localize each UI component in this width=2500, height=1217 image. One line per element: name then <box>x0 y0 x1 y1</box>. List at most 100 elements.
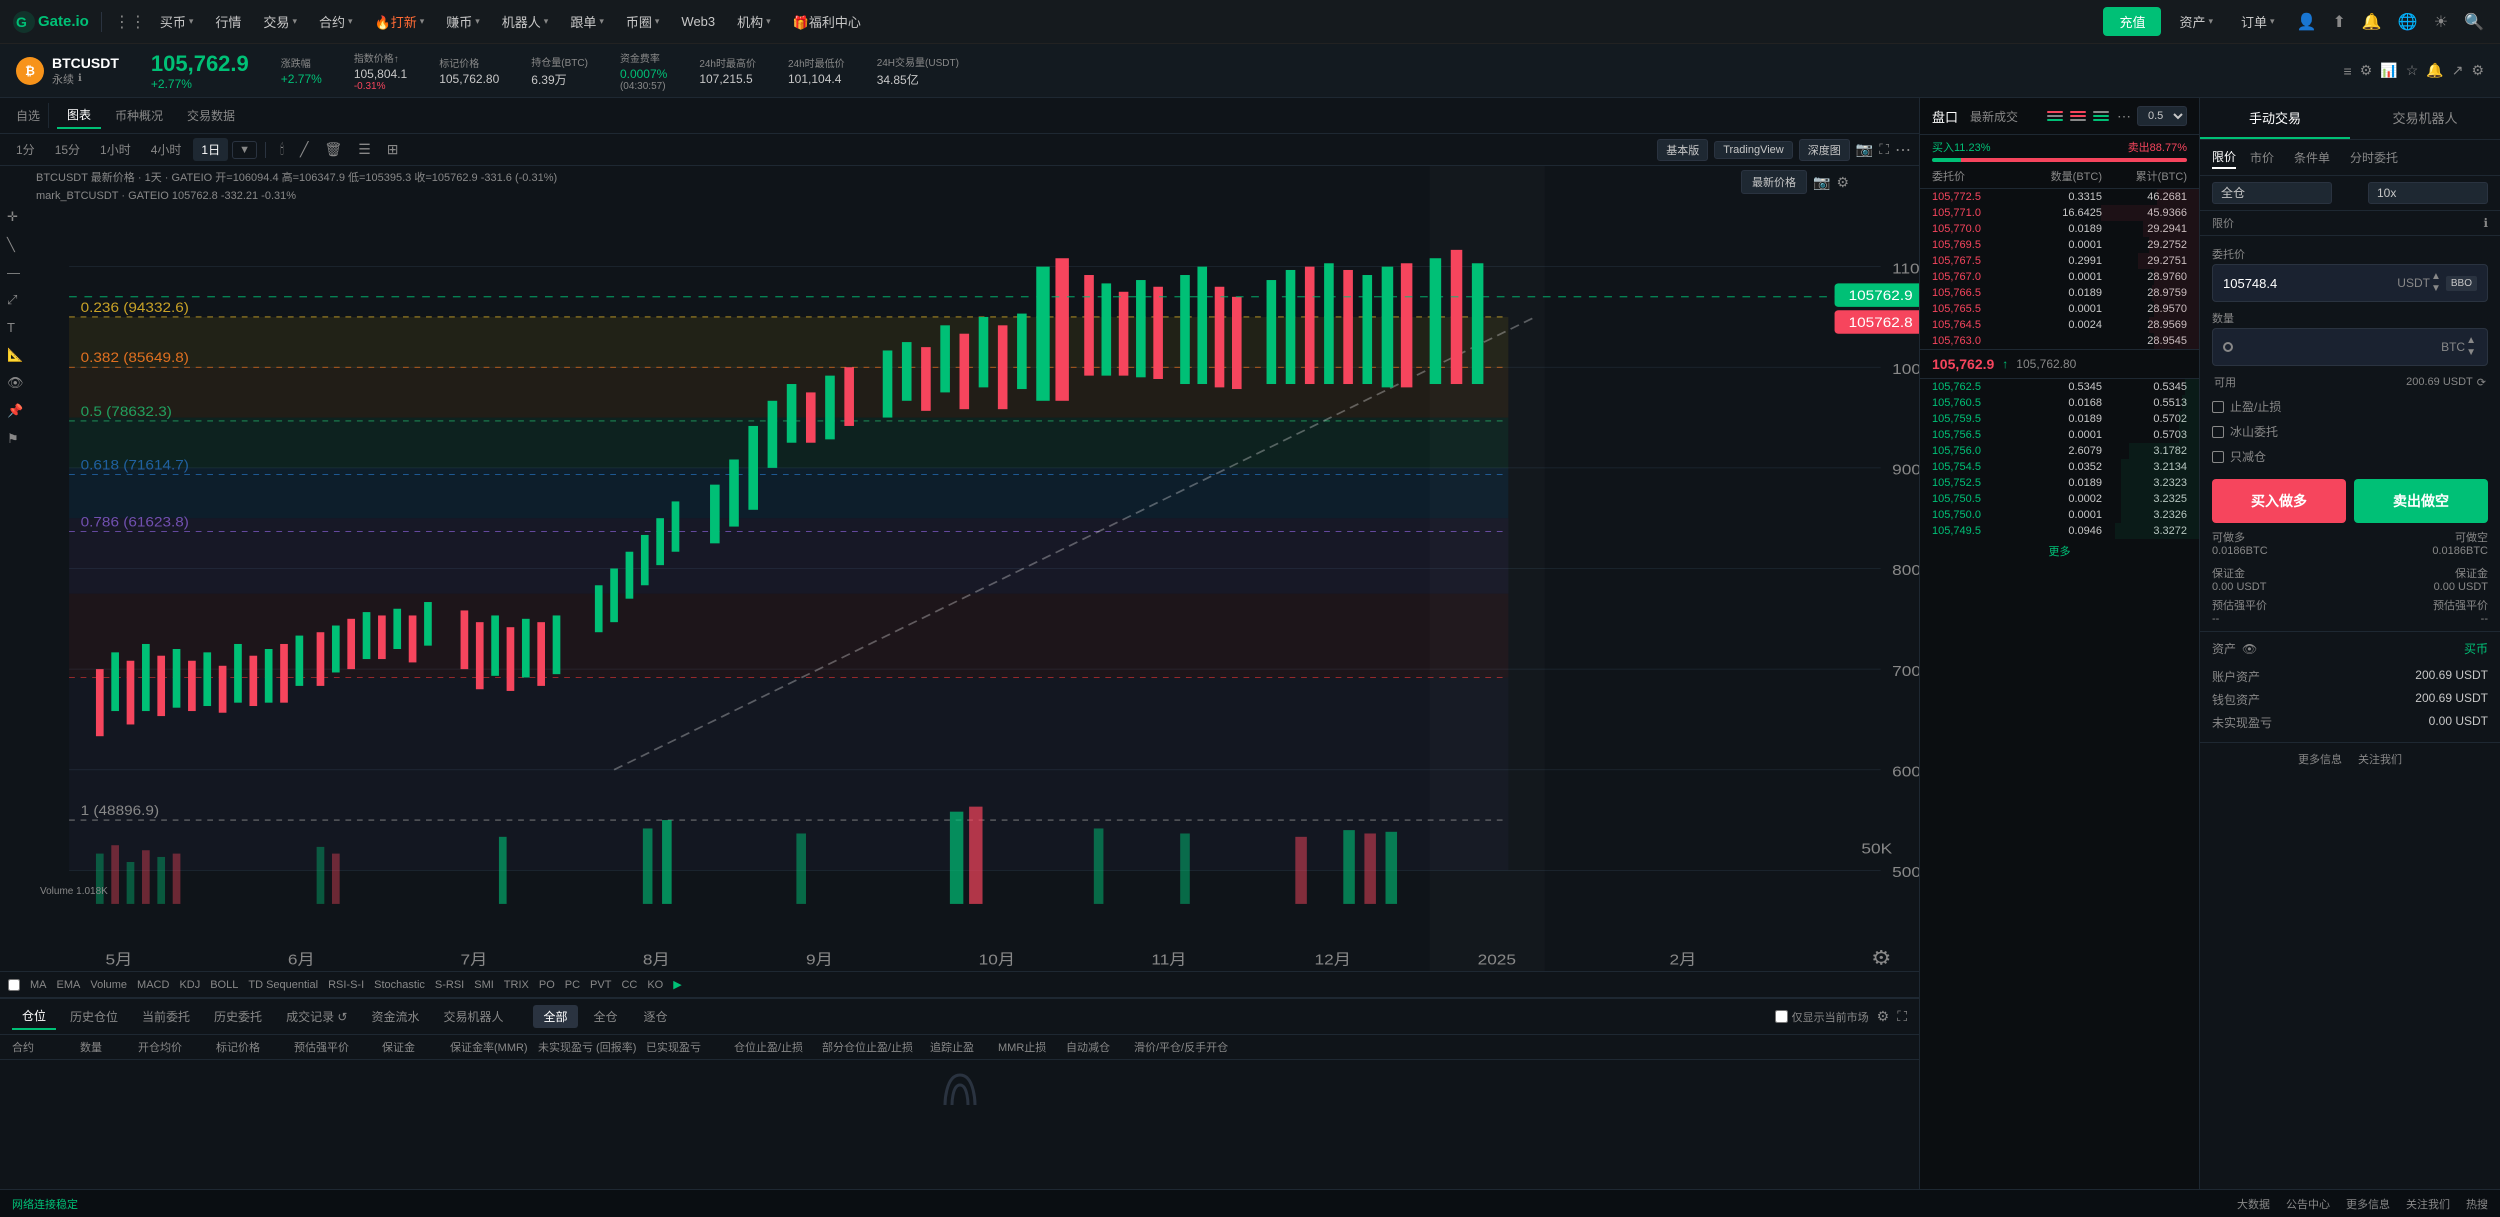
filter-full[interactable]: 全仓 <box>584 1005 628 1028</box>
ind-stoch[interactable]: Stochastic <box>374 979 425 991</box>
draw-line-icon[interactable]: ╱ <box>294 138 314 161</box>
ind-more-arrow[interactable]: ▶ <box>673 978 681 991</box>
text-icon[interactable]: T <box>4 317 27 338</box>
ind-smi[interactable]: SMI <box>474 979 494 991</box>
tp-sl-checkbox[interactable] <box>2212 401 2224 413</box>
tab-positions[interactable]: 仓位 <box>12 1003 56 1030</box>
price-down-btn[interactable]: ▼ <box>2430 283 2442 295</box>
ask-row-4[interactable]: 105,767.50.299129.2751 <box>1920 253 2199 269</box>
ind-po[interactable]: PO <box>539 979 555 991</box>
ind-ema[interactable]: EMA <box>57 979 81 991</box>
star-icon[interactable]: ☆ <box>2406 62 2419 79</box>
bid-row-4[interactable]: 105,756.02.60793.1782 <box>1920 443 2199 459</box>
lines-icon[interactable]: ≡ <box>2344 63 2352 79</box>
nav-buy[interactable]: 买币 ▾ <box>150 6 204 37</box>
ind-td[interactable]: TD Sequential <box>248 979 318 991</box>
qty-radio[interactable] <box>2223 342 2233 352</box>
search-icon[interactable]: 🔍 <box>2460 8 2488 36</box>
ob-ask-only-icon[interactable] <box>2068 109 2088 123</box>
iceberg-checkbox[interactable] <box>2212 426 2224 438</box>
tab-overview[interactable]: 币种概况 <box>105 103 173 128</box>
ind-ma[interactable]: MA <box>30 979 47 991</box>
more-icon[interactable]: ⋯ <box>1895 140 1911 160</box>
bottom-link-announcement[interactable]: 公告中心 <box>2286 1196 2330 1212</box>
upload-icon[interactable]: ⬆ <box>2328 8 2349 36</box>
chart-icon[interactable]: 📊 <box>2380 62 2397 79</box>
order-type-condition[interactable]: 条件单 <box>2288 147 2336 168</box>
nav-web3[interactable]: Web3 <box>671 8 725 35</box>
fib-icon[interactable]: ⤢ <box>4 289 27 311</box>
order-type-market[interactable]: 市价 <box>2244 147 2280 168</box>
ask-row-2[interactable]: 105,770.00.018929.2941 <box>1920 221 2199 237</box>
bottom-link-bigdata[interactable]: 大数据 <box>2237 1196 2270 1212</box>
globe-icon[interactable]: 🌐 <box>2394 8 2422 36</box>
qty-input[interactable] <box>2239 340 2441 355</box>
grid-chart-icon[interactable]: ⊞ <box>381 138 405 161</box>
latest-price-btn[interactable]: 最新价格 <box>1741 170 1807 194</box>
ask-row-7[interactable]: 105,765.50.000128.9570 <box>1920 301 2199 317</box>
tf-4h[interactable]: 4小时 <box>143 138 190 161</box>
nav-crypto[interactable]: 币圈 ▾ <box>616 6 670 37</box>
buy-button[interactable]: 买入做多 <box>2212 479 2346 523</box>
only-current-checkbox[interactable] <box>1775 1010 1788 1023</box>
follow-us-link[interactable]: 关注我们 <box>2358 751 2402 767</box>
nav-orders[interactable]: 订单 ▾ <box>2231 6 2285 37</box>
trend-line-icon[interactable]: ╲ <box>4 234 27 256</box>
ask-row-8[interactable]: 105,764.50.002428.9569 <box>1920 317 2199 333</box>
settings2-icon[interactable]: ⚙ <box>2360 62 2373 79</box>
ob-settings-icon[interactable]: ⋯ <box>2117 108 2131 125</box>
ask-row-9[interactable]: 105,763.028.9545 <box>1920 333 2199 349</box>
ind-macd[interactable]: MACD <box>137 979 169 991</box>
camera-icon[interactable]: 📷 <box>1813 174 1830 191</box>
ind-volume[interactable]: Volume <box>90 979 127 991</box>
screenshot-icon[interactable]: 📷 <box>1856 141 1873 158</box>
bid-row-7[interactable]: 105,750.50.00023.2325 <box>1920 491 2199 507</box>
eye-icon[interactable]: 👁 <box>4 372 27 394</box>
assets-eye-icon[interactable]: 👁 <box>2242 642 2257 656</box>
tab-current-orders[interactable]: 当前委托 <box>132 1004 200 1029</box>
tf-1m[interactable]: 1分 <box>8 138 43 161</box>
ask-row-0[interactable]: 105,772.50.331546.2681 <box>1920 189 2199 205</box>
settings-icon[interactable]: ⚙ <box>1836 174 1849 191</box>
entrust-price-input[interactable] <box>2223 276 2397 291</box>
settings3-icon[interactable]: ⚙ <box>1877 1008 1890 1025</box>
refresh-icon[interactable]: ⟳ <box>2477 376 2486 389</box>
nav-bot[interactable]: 机器人 ▾ <box>492 6 559 37</box>
pin-icon[interactable]: 📌 <box>4 400 27 422</box>
assets-buy-btn[interactable]: 买币 <box>2464 640 2488 657</box>
info-icon[interactable]: ℹ <box>2483 216 2488 230</box>
nav-institution[interactable]: 机构 ▾ <box>727 6 781 37</box>
position-type-select[interactable]: 全仓 逐仓 <box>2212 182 2332 204</box>
ind-rsi[interactable]: RSI-S-I <box>328 979 364 991</box>
basic-view-btn[interactable]: 基本版 <box>1657 139 1708 161</box>
gear2-icon[interactable]: ⚙ <box>2471 62 2484 79</box>
horizontal-line-icon[interactable]: — <box>4 262 27 283</box>
more-orderbook-btn[interactable]: 更多 <box>1920 539 2199 563</box>
bottom-link-hot[interactable]: 热搜 <box>2466 1196 2488 1212</box>
bid-row-9[interactable]: 105,749.50.09463.3272 <box>1920 523 2199 539</box>
bid-row-6[interactable]: 105,752.50.01893.2323 <box>1920 475 2199 491</box>
qty-up-btn[interactable]: ▲ <box>2465 335 2477 347</box>
bid-row-5[interactable]: 105,754.50.03523.2134 <box>1920 459 2199 475</box>
only-current-market[interactable]: 仅显示当前市场 <box>1775 1009 1869 1025</box>
fullscreen-icon[interactable]: ⛶ <box>1879 141 1889 158</box>
theme-icon[interactable]: ☀ <box>2430 8 2452 36</box>
template-icon[interactable]: ☰ <box>352 138 377 161</box>
delete-icon[interactable]: 🗑 <box>318 138 348 161</box>
bbo-btn[interactable]: BBO <box>2446 276 2477 291</box>
ind-cc[interactable]: CC <box>621 979 637 991</box>
charge-button[interactable]: 充值 <box>2103 7 2161 36</box>
grid-icon[interactable]: ⋮⋮ <box>114 12 146 32</box>
tf-1h[interactable]: 1小时 <box>92 138 139 161</box>
candle-icon[interactable]: 🕯 <box>274 138 290 161</box>
ticker-symbol[interactable]: ₿ BTCUSDT 永续 ℹ <box>16 55 119 87</box>
ind-trix[interactable]: TRIX <box>504 979 529 991</box>
nav-earn[interactable]: 赚币 ▾ <box>436 6 490 37</box>
tf-more[interactable]: ▼ <box>232 141 257 159</box>
tab-trading-data[interactable]: 交易数据 <box>177 103 245 128</box>
tf-1d[interactable]: 1日 <box>193 138 228 161</box>
measure-icon[interactable]: 📐 <box>4 344 27 366</box>
ob-both-sides-icon[interactable] <box>2045 109 2065 123</box>
order-type-time[interactable]: 分时委托 <box>2344 147 2404 168</box>
filter-isolated[interactable]: 逐仓 <box>634 1005 678 1028</box>
